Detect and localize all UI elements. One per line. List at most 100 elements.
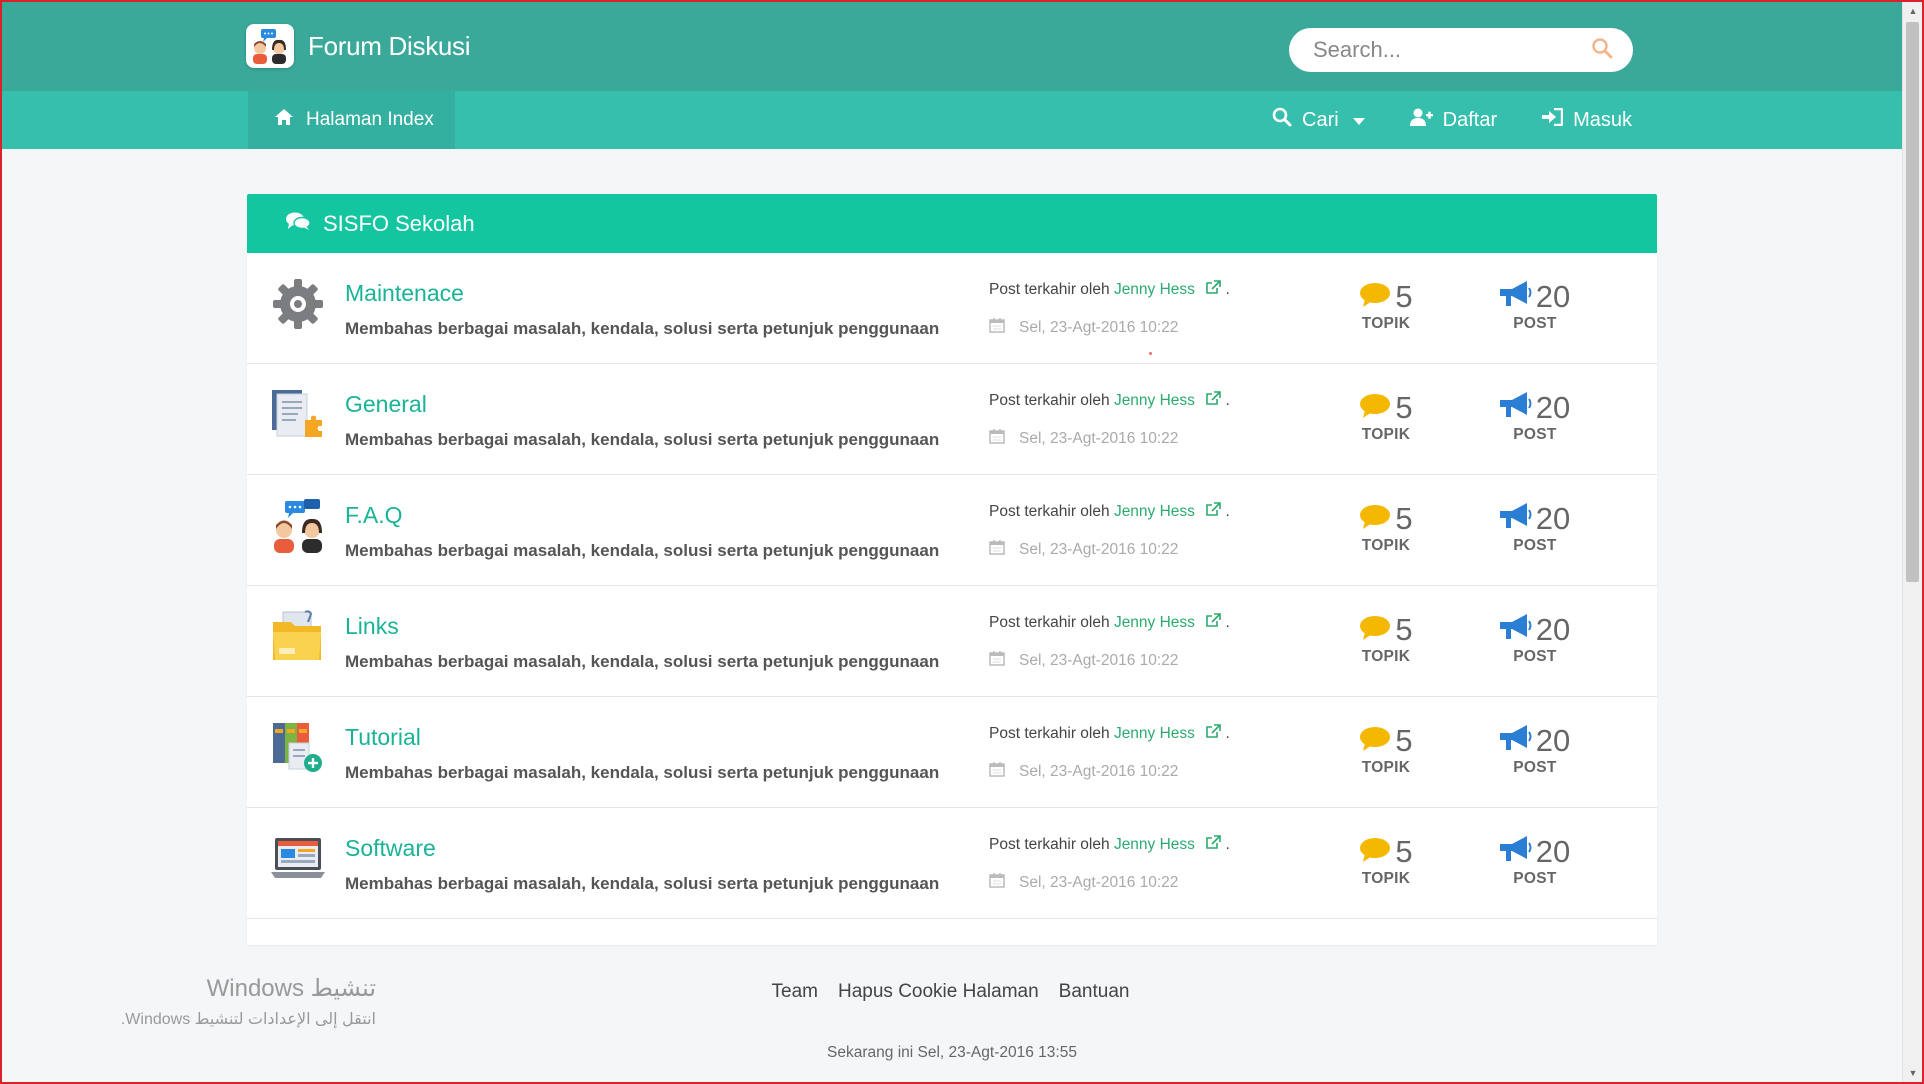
post-date-text: Sel, 23-Agt-2016 10:22: [1019, 318, 1179, 336]
megaphone-icon: [1499, 502, 1532, 535]
nav-home-link[interactable]: Halaman Index: [248, 91, 455, 149]
calendar-icon: [989, 650, 1005, 671]
search-input[interactable]: [1313, 37, 1583, 63]
last-post-suffix: .: [1225, 281, 1230, 298]
last-post-prefix: Post terkahir oleh: [989, 503, 1110, 520]
last-post-prefix: Post terkahir oleh: [989, 392, 1110, 409]
document-icon: [271, 388, 325, 442]
post-date: Sel, 23-Agt-2016 10:22: [989, 428, 1178, 449]
forum-row: General Membahas berbagai masalah, kenda…: [247, 364, 1657, 475]
post-count-label: POST: [1513, 870, 1557, 887]
post-count-value: 20: [1535, 279, 1571, 314]
author-link[interactable]: Jenny Hess: [1114, 725, 1195, 742]
last-post-suffix: .: [1225, 614, 1230, 631]
stray-dot: [1149, 352, 1152, 355]
last-post-suffix: .: [1225, 503, 1230, 520]
topic-count-value: 5: [1395, 279, 1413, 314]
scroll-thumb[interactable]: [1906, 22, 1919, 582]
forum-title-link[interactable]: Software: [345, 835, 436, 862]
external-link-icon[interactable]: [1205, 391, 1222, 411]
search-icon: [1272, 107, 1292, 133]
topic-count: 5 TOPIK: [1331, 723, 1441, 777]
nav-right-menu: Cari Daftar Masuk: [1272, 91, 1676, 149]
user-plus-icon: [1409, 108, 1433, 132]
author-link[interactable]: Jenny Hess: [1114, 836, 1195, 853]
external-link-icon[interactable]: [1205, 280, 1222, 300]
topic-count: 5 TOPIK: [1331, 390, 1441, 444]
search-box[interactable]: [1289, 28, 1633, 72]
post-count-value: 20: [1535, 834, 1571, 869]
forum-description: Membahas berbagai masalah, kendala, solu…: [345, 541, 940, 560]
calendar-icon: [989, 317, 1005, 338]
forum-title-link[interactable]: F.A.Q: [345, 502, 403, 529]
topic-count-label: TOPIK: [1361, 537, 1411, 554]
forum-row: Maintenace Membahas berbagai masalah, ke…: [247, 253, 1657, 364]
external-link-icon[interactable]: [1205, 502, 1222, 522]
nav-home-label: Halaman Index: [306, 109, 434, 130]
calendar-icon: [989, 539, 1005, 560]
vertical-scrollbar[interactable]: ▲ ▼: [1902, 2, 1922, 1082]
forum-title-link[interactable]: General: [345, 391, 427, 418]
external-link-icon[interactable]: [1205, 613, 1222, 633]
forum-row: Links Membahas berbagai masalah, kendala…: [247, 586, 1657, 697]
post-date: Sel, 23-Agt-2016 10:22: [989, 761, 1178, 782]
calendar-icon: [989, 872, 1005, 893]
last-post-info: Post terkahir oleh Jenny Hess .: [989, 502, 1230, 522]
topic-bubble-icon: [1359, 504, 1391, 535]
external-link-icon[interactable]: [1205, 724, 1222, 744]
topic-bubble-icon: [1359, 615, 1391, 646]
topic-count-label: TOPIK: [1361, 426, 1411, 443]
scroll-down-arrow-icon[interactable]: ▼: [1903, 1064, 1923, 1082]
megaphone-icon: [1499, 391, 1532, 424]
topic-count: 5 TOPIK: [1331, 501, 1441, 555]
gear-icon: [271, 277, 325, 331]
megaphone-icon: [1499, 613, 1532, 646]
author-link[interactable]: Jenny Hess: [1114, 281, 1195, 298]
author-link[interactable]: Jenny Hess: [1114, 503, 1195, 520]
forum-description: Membahas berbagai masalah, kendala, solu…: [345, 652, 940, 671]
calendar-icon: [989, 428, 1005, 449]
last-post-suffix: .: [1225, 725, 1230, 742]
forum-row: F.A.Q Membahas berbagai masalah, kendala…: [247, 475, 1657, 586]
forum-description: Membahas berbagai masalah, kendala, solu…: [345, 319, 940, 338]
post-count-value: 20: [1535, 612, 1571, 647]
external-link-icon[interactable]: [1205, 835, 1222, 855]
brand[interactable]: Forum Diskusi: [246, 24, 471, 68]
forum-title-link[interactable]: Links: [345, 613, 399, 640]
topic-count-label: TOPIK: [1361, 648, 1411, 665]
nav-register-link[interactable]: Daftar: [1409, 108, 1497, 132]
last-post-info: Post terkahir oleh Jenny Hess .: [989, 391, 1230, 411]
post-count: 20 POST: [1480, 279, 1590, 333]
topic-bubble-icon: [1359, 393, 1391, 424]
search-icon[interactable]: [1591, 37, 1613, 64]
nav-search-label: Cari: [1302, 108, 1339, 131]
header-bar: Forum Diskusi: [2, 2, 1902, 91]
scroll-up-arrow-icon[interactable]: ▲: [1903, 2, 1923, 20]
megaphone-icon: [1499, 280, 1532, 313]
post-count: 20 POST: [1480, 390, 1590, 444]
footer-link-delete-cookies[interactable]: Hapus Cookie Halaman: [838, 981, 1039, 1003]
author-link[interactable]: Jenny Hess: [1114, 614, 1195, 631]
topic-count-value: 5: [1395, 390, 1413, 425]
topic-count-label: TOPIK: [1361, 870, 1411, 887]
forum-title-link[interactable]: Maintenace: [345, 280, 464, 307]
topic-count-label: TOPIK: [1361, 759, 1411, 776]
topic-bubble-icon: [1359, 837, 1391, 868]
forum-description: Membahas berbagai masalah, kendala, solu…: [345, 430, 940, 449]
post-count-label: POST: [1513, 537, 1557, 554]
post-date-text: Sel, 23-Agt-2016 10:22: [1019, 540, 1179, 558]
nav-search-dropdown[interactable]: Cari: [1272, 107, 1365, 133]
forum-panel: SISFO Sekolah Maintenace Membahas berbag…: [247, 194, 1657, 945]
post-date: Sel, 23-Agt-2016 10:22: [989, 539, 1178, 560]
footer-link-team[interactable]: Team: [772, 981, 818, 1003]
topic-count-label: TOPIK: [1361, 315, 1411, 332]
site-title: Forum Diskusi: [308, 30, 471, 61]
topic-count-value: 5: [1395, 723, 1413, 758]
forum-title-link[interactable]: Tutorial: [345, 724, 421, 751]
nav-login-link[interactable]: Masuk: [1541, 107, 1632, 132]
forum-description: Membahas berbagai masalah, kendala, solu…: [345, 763, 940, 782]
footer-link-help[interactable]: Bantuan: [1059, 981, 1130, 1003]
post-count: 20 POST: [1480, 501, 1590, 555]
author-link[interactable]: Jenny Hess: [1114, 392, 1195, 409]
topic-count-value: 5: [1395, 834, 1413, 869]
